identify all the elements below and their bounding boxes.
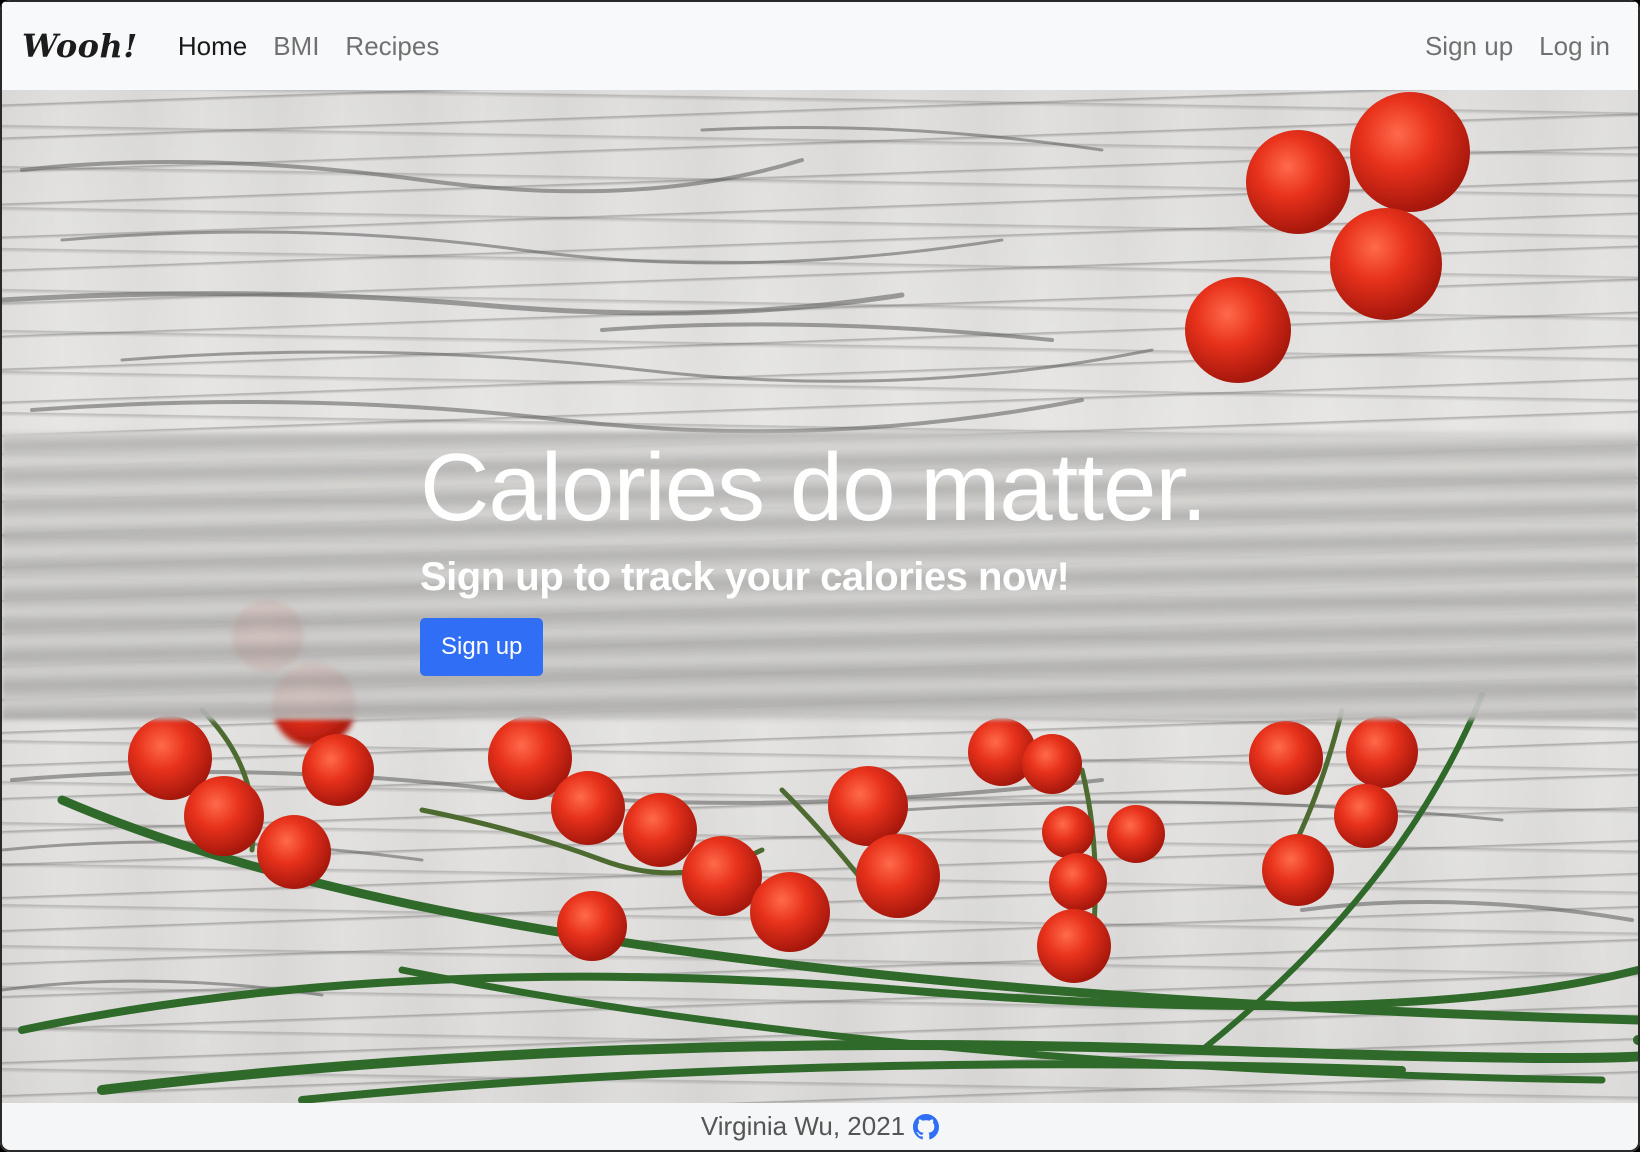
brand-logo[interactable]: Wooh!: [22, 27, 138, 65]
hero-content: Calories do matter. Sign up to track you…: [420, 434, 1208, 676]
hero-subtitle: Sign up to track your calories now!: [420, 554, 1070, 599]
nav-account: Sign up Log in: [1425, 31, 1610, 62]
hero-title: Calories do matter.: [420, 434, 1208, 541]
nav-primary: Home BMI Recipes: [178, 31, 440, 62]
nav-bmi-link[interactable]: BMI: [273, 31, 319, 62]
navbar: Wooh! Home BMI Recipes Sign up Log in: [2, 2, 1638, 90]
nav-recipes-link[interactable]: Recipes: [345, 31, 439, 62]
hero-signup-button[interactable]: Sign up: [420, 617, 544, 676]
browser-window: Wooh! Home BMI Recipes Sign up Log in Ca…: [0, 0, 1640, 1152]
github-icon[interactable]: [913, 1113, 940, 1140]
hero-section: Calories do matter. Sign up to track you…: [2, 90, 1638, 1103]
footer: Virginia Wu, 2021: [2, 1103, 1638, 1150]
nav-signup-link[interactable]: Sign up: [1425, 31, 1513, 62]
footer-credit: Virginia Wu, 2021: [700, 1111, 906, 1141]
nav-login-link[interactable]: Log in: [1539, 31, 1610, 62]
nav-home-link[interactable]: Home: [178, 31, 247, 62]
